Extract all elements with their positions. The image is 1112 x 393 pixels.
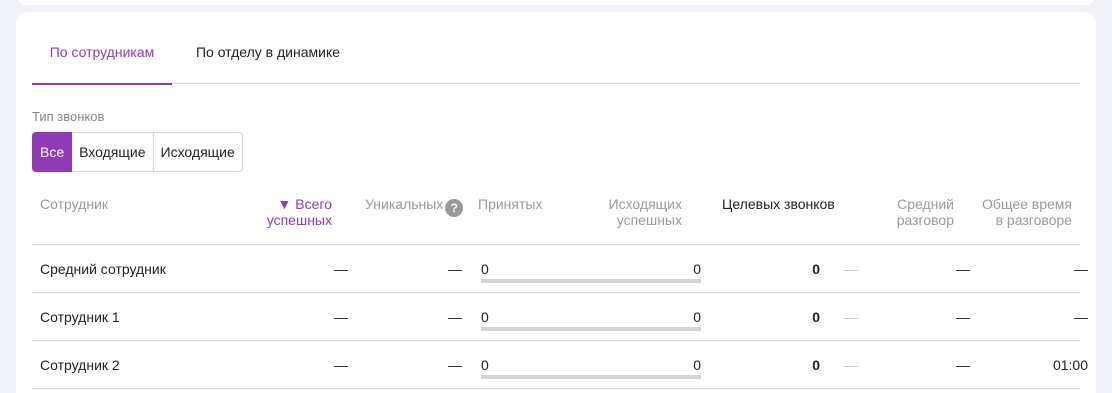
call-type-outgoing-button[interactable]: Исходящие — [153, 132, 243, 172]
col-unique-header[interactable]: Уникальных? — [365, 196, 464, 217]
col-accepted-header[interactable]: Принятых — [478, 196, 542, 212]
employee-name: Сотрудник 1 — [40, 309, 120, 325]
col-total-time-line1: Общее время — [982, 196, 1072, 212]
table-row[interactable]: Сотрудник 2 — — 0 0 0 — — 01:00 — [32, 341, 1088, 389]
calls-progress-bar — [481, 375, 701, 379]
call-type-selector: Все Входящие Исходящие — [32, 132, 243, 172]
unique-value: — — [448, 261, 462, 277]
target-value: 0 — [812, 261, 820, 277]
col-avg-line1: Средний — [897, 196, 954, 212]
calls-progress-bar — [481, 279, 701, 283]
target-value: 0 — [812, 309, 820, 325]
total-success-value: — — [334, 357, 348, 373]
avg-talk-value: — — [956, 309, 970, 325]
avg-talk-value: — — [956, 261, 970, 277]
total-success-value: — — [334, 309, 348, 325]
total-success-value: — — [334, 261, 348, 277]
target-extra-value: — — [844, 357, 858, 373]
unique-value: — — [448, 309, 462, 325]
accepted-value: 0 — [481, 357, 489, 373]
target-extra-value: — — [844, 261, 858, 277]
col-target-header[interactable]: Целевых звонков — [722, 196, 835, 212]
top-card — [16, 0, 1096, 5]
tab-department-dynamics[interactable]: По отделу в динамике — [188, 32, 348, 84]
col-outgoing-line2: успешных — [616, 212, 682, 228]
outgoing-value: 0 — [693, 309, 701, 325]
avg-talk-value: — — [956, 357, 970, 373]
target-value: 0 — [812, 357, 820, 373]
call-type-all-button[interactable]: Все — [32, 132, 73, 172]
call-type-label: Тип звонков — [32, 109, 105, 124]
outgoing-value: 0 — [693, 261, 701, 277]
employee-name: Средний сотрудник — [40, 261, 166, 277]
col-outgoing-line1: Исходящих — [608, 196, 682, 212]
unique-value: — — [448, 357, 462, 373]
total-talk-time-value: — — [1074, 261, 1088, 277]
accepted-value: 0 — [481, 309, 489, 325]
col-unique-label: Уникальных — [365, 196, 444, 212]
employee-name: Сотрудник 2 — [40, 357, 120, 373]
col-total-success-line1: ▼ Всего — [277, 196, 332, 212]
total-talk-time-value: — — [1074, 309, 1088, 325]
question-circle-icon[interactable]: ? — [445, 199, 464, 217]
target-extra-value: — — [844, 309, 858, 325]
tabs-bar: По сотрудникам По отделу в динамике — [32, 32, 1080, 85]
col-total-success-line2: успешных — [266, 212, 332, 228]
outgoing-value: 0 — [693, 357, 701, 373]
col-total-success-header[interactable]: ▼ Всего успешных — [232, 196, 332, 228]
col-total-time-header[interactable]: Общее время в разговоре — [962, 196, 1072, 228]
table-row[interactable]: Средний сотрудник — — 0 0 0 — — — — [32, 245, 1088, 293]
stats-card: По сотрудникам По отделу в динамике Тип … — [16, 12, 1096, 393]
col-total-time-line2: в разговоре — [995, 212, 1072, 228]
tab-by-employee[interactable]: По сотрудникам — [32, 32, 172, 85]
accepted-value: 0 — [481, 261, 489, 277]
col-outgoing-header[interactable]: Исходящих успешных — [582, 196, 682, 228]
call-type-incoming-button[interactable]: Входящие — [72, 132, 154, 172]
table-row[interactable]: Сотрудник 1 — — 0 0 0 — — — — [32, 293, 1088, 341]
col-avg-header[interactable]: Средний разговор — [854, 196, 954, 228]
total-talk-time-value: 01:00 — [1052, 357, 1088, 373]
calls-progress-bar — [481, 327, 701, 331]
col-employee-header[interactable]: Сотрудник — [40, 196, 108, 212]
col-avg-line2: разговор — [896, 212, 954, 228]
